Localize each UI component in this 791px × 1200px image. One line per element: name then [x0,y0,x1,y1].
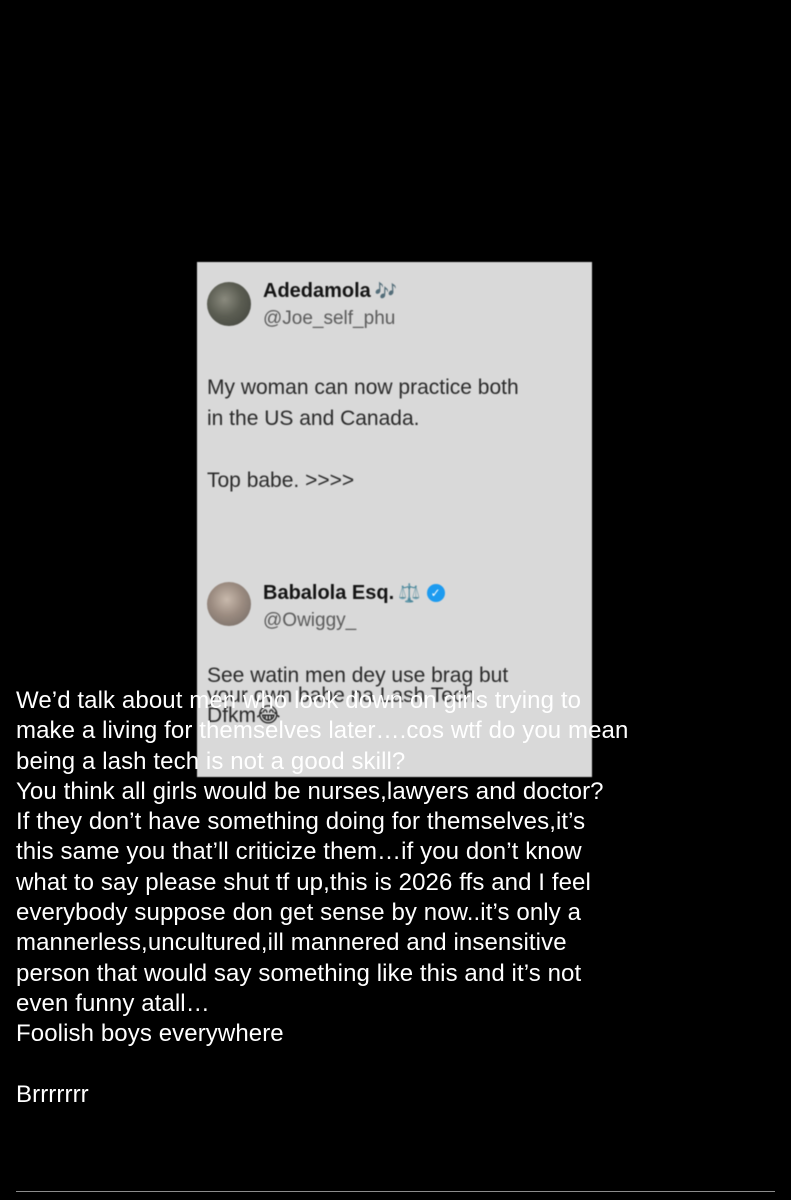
scales-icon: ⚖️ [398,583,421,603]
avatar [207,282,251,326]
divider [16,1191,775,1192]
author-handle: @Joe_self_phu [263,308,396,329]
author-name: Adedamola [263,280,371,302]
story-caption-text: We’d talk about men who look down on gir… [16,687,629,1108]
author-name: Babalola Esq. [263,582,395,604]
music-notes-icon: 🎶 [374,281,398,301]
author-name-row: Adedamola 🎶 [263,280,397,303]
author-handle: @Owiggy_ [263,610,357,631]
author-name-row: Babalola Esq. ⚖️ ✓ [263,582,445,605]
verified-badge-icon: ✓ [426,584,445,602]
tweet-text: My woman can now practice both in the US… [207,376,519,492]
avatar [207,582,251,626]
